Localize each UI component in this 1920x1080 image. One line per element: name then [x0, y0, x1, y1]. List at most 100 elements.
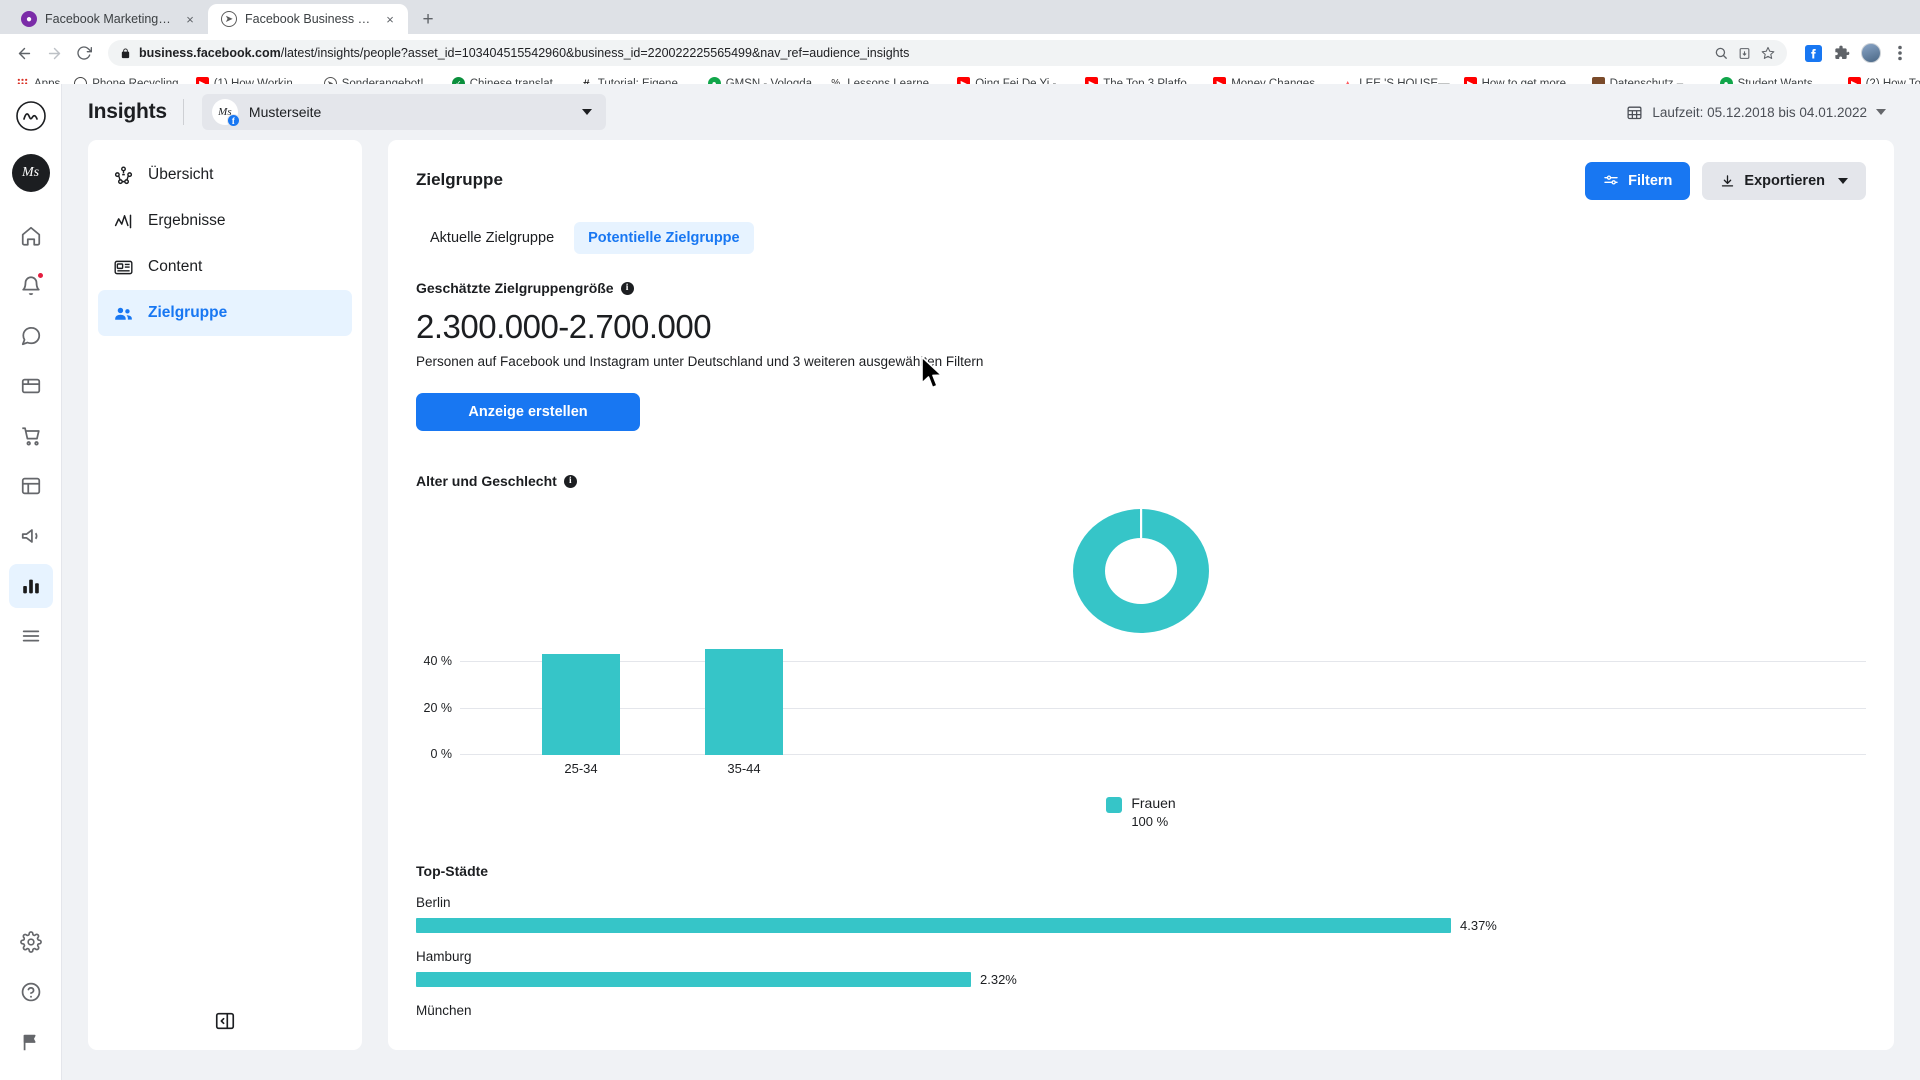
legend-text-group: Frauen 100 % — [1131, 795, 1175, 829]
info-icon[interactable]: i — [563, 474, 577, 488]
page-avatar[interactable]: Ms — [11, 154, 50, 192]
nav-item-uebersicht[interactable]: Übersicht — [98, 152, 352, 198]
results-trend-icon — [112, 210, 134, 232]
browser-toolbar: business.facebook.com/latest/insights/pe… — [0, 34, 1920, 72]
facebook-extension-icon[interactable] — [1803, 43, 1823, 63]
nav-item-label: Zielgruppe — [148, 304, 228, 321]
estimate-note: Personen auf Facebook und Instagram unte… — [416, 354, 984, 369]
main-column: Insights Ms f Musterseite Laufzeit: 05.1… — [62, 84, 1920, 1080]
city-bar-line: 2.32% — [416, 972, 1866, 987]
bar-35-44[interactable] — [705, 649, 783, 755]
bar-25-34[interactable] — [542, 654, 620, 755]
url-domain: business.facebook.com — [139, 46, 281, 60]
gridline — [460, 708, 1866, 709]
reload-icon[interactable] — [70, 39, 98, 67]
nav-item-label: Ergebnisse — [148, 212, 226, 229]
create-ad-button[interactable]: Anzeige erstellen — [416, 393, 640, 431]
city-row-hamburg: Hamburg 2.32% — [416, 949, 1866, 987]
question-mark-icon[interactable] — [9, 970, 53, 1014]
instagram-icon: ● — [21, 11, 37, 27]
sidebar-item-notifications[interactable] — [9, 264, 53, 308]
panel-header: Zielgruppe Filtern Exportieren — [416, 162, 1866, 200]
page-title: Insights — [88, 100, 167, 123]
search-zoom-icon[interactable] — [1714, 46, 1728, 60]
date-range-label: Laufzeit: 05.12.2018 bis 04.01.2022 — [1652, 104, 1867, 120]
export-button-label: Exportieren — [1744, 173, 1825, 189]
age-gender-section: Alter und Geschlecht i 40 % 20 % 0 % 25-… — [416, 473, 1866, 829]
back-icon[interactable] — [10, 39, 38, 67]
legend-value: 100 % — [1131, 814, 1169, 829]
chart-legend: Frauen 100 % — [416, 795, 1866, 829]
content-area: Übersicht Ergebnisse Content Zielgruppe … — [62, 140, 1920, 1080]
date-range-selector[interactable]: Laufzeit: 05.12.2018 bis 04.01.2022 — [1618, 98, 1894, 127]
install-app-icon[interactable] — [1738, 47, 1751, 60]
y-tick-label: 0 % — [430, 747, 452, 761]
estimate-label-row: Geschätzte Zielgruppengröße i — [416, 280, 1866, 296]
sidebar-item-commerce[interactable] — [9, 414, 53, 458]
browser-window: ● Facebook Marketing & Werbea × ➤ Facebo… — [0, 0, 1920, 1080]
tab-potentielle-zielgruppe[interactable]: Potentielle Zielgruppe — [574, 222, 754, 254]
export-button[interactable]: Exportieren — [1702, 162, 1866, 200]
omnibox-icons — [1714, 46, 1775, 60]
gender-donut-chart — [416, 505, 1866, 637]
extensions-puzzle-icon[interactable] — [1832, 43, 1852, 63]
tab-strip: ● Facebook Marketing & Werbea × ➤ Facebo… — [0, 0, 1920, 34]
city-name: Berlin — [416, 895, 451, 910]
collapse-panel-icon[interactable] — [98, 1010, 352, 1038]
browser-tab-2[interactable]: ➤ Facebook Business Suite × — [208, 4, 408, 34]
city-name: München — [416, 1003, 472, 1018]
address-bar[interactable]: business.facebook.com/latest/insights/pe… — [108, 40, 1787, 66]
gear-icon[interactable] — [9, 920, 53, 964]
sidebar-item-more[interactable] — [9, 614, 53, 658]
nav-item-zielgruppe[interactable]: Zielgruppe — [98, 290, 352, 336]
new-tab-button[interactable]: + — [414, 5, 442, 33]
age-gender-label: Alter und Geschlecht — [416, 473, 557, 489]
chevron-down-icon — [581, 109, 592, 115]
nav-item-ergebnisse[interactable]: Ergebnisse — [98, 198, 352, 244]
three-dot-menu-icon[interactable] — [1890, 43, 1910, 63]
y-tick-label: 40 % — [423, 654, 453, 668]
chevron-down-icon — [1838, 178, 1848, 184]
gridline — [460, 661, 1866, 662]
sidebar-item-posts[interactable] — [9, 364, 53, 408]
top-cities-title: Top-Städte — [416, 863, 489, 879]
toolbar-right-actions — [1797, 43, 1910, 63]
browser-tab-1[interactable]: ● Facebook Marketing & Werbea × — [8, 4, 208, 34]
url-path: /latest/insights/people?asset_id=1034045… — [280, 46, 910, 60]
overview-nodes-icon — [112, 164, 134, 186]
sidebar-item-ads[interactable] — [9, 464, 53, 508]
sidebar-item-home[interactable] — [9, 214, 53, 258]
nav-item-content[interactable]: Content — [98, 244, 352, 290]
age-bar-chart: 40 % 20 % 0 % — [416, 643, 1866, 761]
city-value: 4.37% — [1460, 918, 1497, 933]
flag-icon[interactable] — [9, 1020, 53, 1064]
zielgruppe-panel: Zielgruppe Filtern Exportieren Aktuelle … — [388, 140, 1894, 1050]
filter-button[interactable]: Filtern — [1585, 162, 1691, 200]
city-row-muenchen: München — [416, 1003, 1866, 1018]
close-icon[interactable]: × — [382, 11, 398, 27]
nav-item-label: Übersicht — [148, 166, 214, 183]
meta-business-suite-logo[interactable] — [12, 98, 49, 134]
insights-header: Insights Ms f Musterseite Laufzeit: 05.1… — [62, 84, 1920, 140]
estimate-label: Geschätzte Zielgruppengröße — [416, 280, 614, 296]
star-icon[interactable] — [1761, 46, 1775, 60]
sidebar-item-insights[interactable] — [8, 564, 53, 608]
sidebar-item-campaigns[interactable] — [9, 514, 53, 558]
y-tick-label: 20 % — [423, 701, 453, 715]
city-bar[interactable] — [416, 972, 971, 987]
page-selector-dropdown[interactable]: Ms f Musterseite — [201, 94, 606, 130]
audience-people-icon — [112, 302, 134, 324]
x-axis-labels: 25-34 35-44 — [460, 755, 1866, 781]
tab-aktuelle-zielgruppe[interactable]: Aktuelle Zielgruppe — [416, 222, 568, 254]
profile-avatar[interactable] — [1861, 43, 1881, 63]
insights-nav-card: Übersicht Ergebnisse Content Zielgruppe — [88, 140, 362, 1050]
forward-icon[interactable] — [40, 39, 68, 67]
sidebar-item-inbox[interactable] — [9, 314, 53, 358]
chevron-down-icon — [1876, 109, 1886, 115]
y-axis: 40 % 20 % 0 % — [416, 643, 460, 761]
divider — [182, 99, 184, 125]
close-icon[interactable]: × — [182, 11, 198, 27]
legend-swatch — [1106, 797, 1123, 813]
info-icon[interactable]: i — [620, 281, 634, 295]
city-bar[interactable] — [416, 918, 1451, 933]
